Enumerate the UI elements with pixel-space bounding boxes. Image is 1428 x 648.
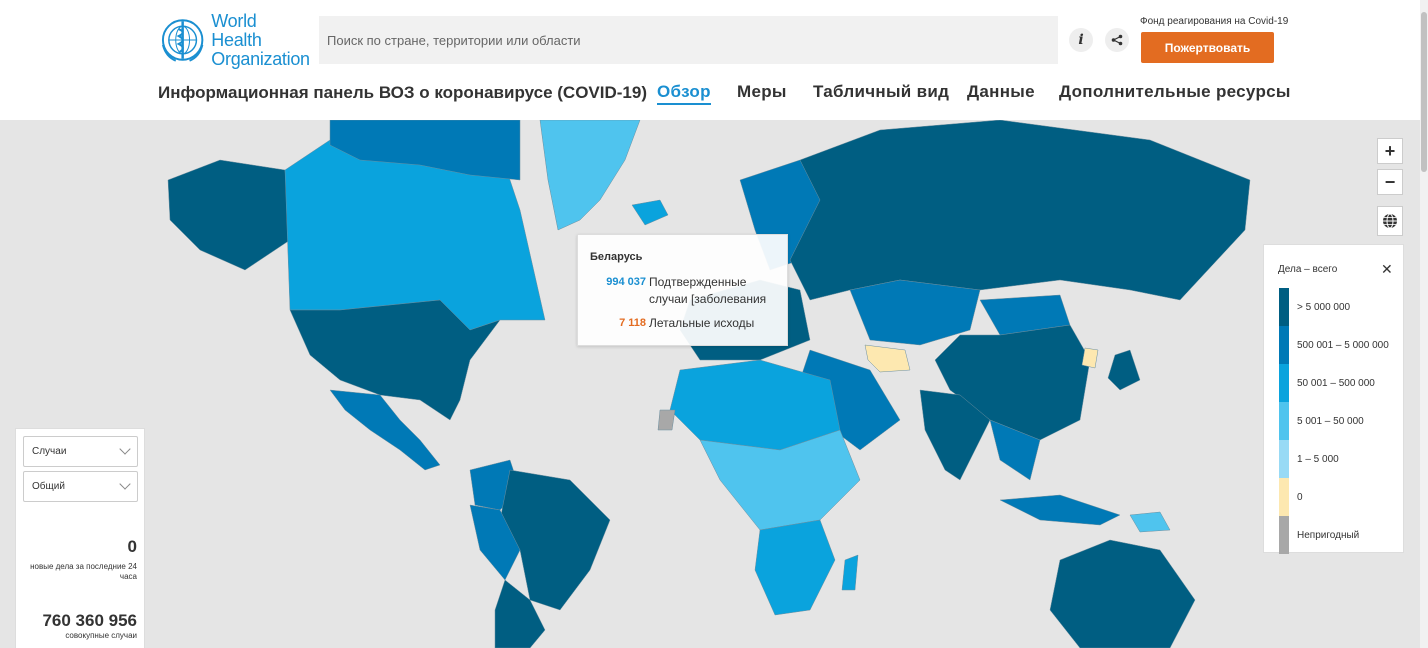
country-western-sahara[interactable] [657,409,676,431]
scrollbar-thumb[interactable] [1421,12,1427,172]
tooltip-confirmed-value: 994 037 [606,276,646,288]
country-australia[interactable] [1049,539,1196,648]
country-north-korea[interactable] [1081,347,1099,369]
country-russia[interactable] [789,120,1251,301]
legend-swatch [1279,364,1289,402]
country-indonesia[interactable] [999,494,1121,526]
tab-data[interactable]: Данные [967,82,1035,102]
legend-label: 500 001 – 5 000 000 [1297,340,1389,351]
legend-title: Дела – всего [1278,264,1338,275]
tab-table-view[interactable]: Табличный вид [813,82,949,102]
new-cases-value: 0 [127,537,137,556]
zoom-in-button[interactable]: + [1377,138,1403,164]
country-alaska[interactable] [167,159,291,271]
country-tooltip: Беларусь 994 037 Подтвержденные случаи [… [577,234,788,346]
chevron-down-icon [119,478,131,490]
logo-text: World Health Organization [211,10,310,69]
tab-additional-resources[interactable]: Дополнительные ресурсы [1059,82,1291,102]
period-select-value: Общий [32,481,65,492]
legend-label: 0 [1297,492,1303,503]
country-turkmenistan[interactable] [864,344,911,373]
total-cases-label: совокупные случаи [65,631,137,640]
search-placeholder: Поиск по стране, территории или области [327,32,581,48]
country-greenland[interactable] [539,120,641,231]
tooltip-country-name: Беларусь [590,251,643,263]
tooltip-confirmed-label: Подтвержденные случаи [заболевания [649,275,767,306]
legend-swatch [1279,326,1289,364]
country-papua[interactable] [1129,511,1171,533]
legend-label: 50 001 – 500 000 [1297,378,1375,389]
new-cases-label: новые дела за последние 24 часа [30,562,137,581]
globe-icon[interactable] [1377,206,1403,236]
legend-swatch [1279,516,1289,554]
tab-measures[interactable]: Меры [737,82,787,102]
metric-select[interactable]: Случаи [23,436,138,467]
share-icon[interactable] [1105,28,1129,52]
who-emblem-icon [161,19,204,62]
country-iceland[interactable] [631,199,669,226]
legend-swatch [1279,478,1289,516]
legend-swatch [1279,402,1289,440]
legend-label: > 5 000 000 [1297,302,1351,313]
legend-label: Непригодный [1297,530,1360,541]
total-cases-value: 760 360 956 [42,611,137,630]
world-map-svg[interactable] [0,120,1420,648]
metric-select-value: Случаи [32,446,67,457]
fund-label: Фонд реагирования на Covid-19 [1140,16,1289,27]
country-madagascar[interactable] [841,554,859,591]
period-select[interactable]: Общий [23,471,138,502]
header: World Health Organization Поиск по стран… [0,0,1428,120]
donate-button[interactable]: Пожертвовать [1141,32,1274,63]
chevron-down-icon [119,443,131,455]
legend-swatch [1279,288,1289,326]
close-icon[interactable]: ✕ [1381,261,1393,278]
legend-swatch [1279,440,1289,478]
country-japan[interactable] [1107,349,1141,391]
zoom-out-button[interactable]: − [1377,169,1403,195]
map-legend: Дела – всего ✕ > 5 000 000 500 001 – 5 00… [1263,244,1404,554]
world-map[interactable] [0,120,1420,648]
logo-line2: Organization [211,48,310,69]
search-input[interactable]: Поиск по стране, территории или области [319,16,1058,64]
stats-panel: Случаи Общий 0 новые дела за последние 2… [15,428,145,648]
who-logo[interactable]: World Health Organization [158,10,310,69]
info-icon[interactable]: i [1069,28,1093,52]
country-southern-africa[interactable] [754,519,836,616]
page-title: Информационная панель ВОЗ о коронавирусе… [158,83,647,102]
tooltip-deaths-value: 7 118 [619,317,646,329]
tab-overview[interactable]: Обзор [657,82,711,105]
legend-label: 5 001 – 50 000 [1297,416,1364,427]
tooltip-deaths-label: Летальные исходы [649,316,755,330]
logo-line1: World Health [211,10,262,50]
legend-label: 1 – 5 000 [1297,454,1339,465]
